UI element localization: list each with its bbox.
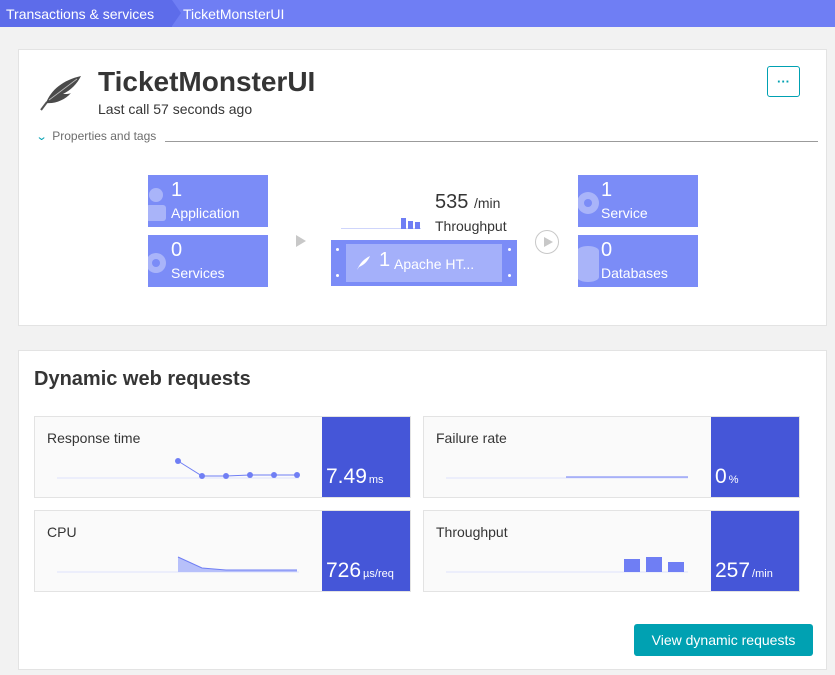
- metric-value-box: 7.49 ms: [322, 417, 410, 497]
- metric-number: 0: [715, 465, 727, 488]
- callee-services-tile[interactable]: 1 Service: [577, 175, 698, 227]
- more-options-button[interactable]: ···: [767, 66, 800, 97]
- metric-name: Failure rate: [436, 430, 507, 446]
- throughput-label: Throughput: [435, 218, 507, 234]
- failure-rate-sparkline: [446, 476, 688, 479]
- metric-unit: µs/req: [363, 568, 394, 580]
- cpu-metric[interactable]: CPU 726 µs/req: [34, 510, 411, 592]
- metric-name: CPU: [47, 524, 77, 540]
- handle-dot: [336, 248, 339, 251]
- caller-services-tile[interactable]: 0 Services: [146, 235, 268, 287]
- response-time-metric[interactable]: Response time 7.49 ms: [34, 416, 411, 498]
- throughput-unit: /min: [473, 195, 501, 211]
- callee-services-label: Service: [601, 205, 648, 221]
- handle-dot: [508, 248, 511, 251]
- response-time-sparkline: [57, 458, 300, 479]
- handle-dot: [508, 274, 511, 277]
- metric-value: 257/min: [715, 559, 773, 583]
- throughput-number: 535: [435, 191, 469, 213]
- metric-number: 7.49: [326, 465, 367, 488]
- page-title: TicketMonsterUI: [98, 66, 316, 97]
- caller-applications-tile[interactable]: 1 Application: [146, 175, 268, 227]
- callee-services-count: 1: [601, 179, 613, 201]
- properties-toggle[interactable]: ⌄ Properties and tags: [35, 129, 157, 143]
- process-group-tile[interactable]: 1 Apache HT...: [331, 240, 517, 286]
- metric-unit: ms: [368, 474, 384, 486]
- cpu-sparkline: [57, 556, 299, 573]
- dynamic-requests-card: Dynamic web requests Response time 7.49 m…: [18, 350, 827, 670]
- breadcrumb-current: TicketMonsterUI: [183, 5, 285, 22]
- metric-value-box: 257/min: [711, 511, 799, 591]
- caller-applications-label: Application: [171, 205, 240, 221]
- process-group-count: 1: [379, 249, 391, 271]
- callee-databases-tile[interactable]: 0 Databases: [577, 235, 698, 287]
- metric-name: Throughput: [436, 524, 508, 540]
- metric-value: 726 µs/req: [326, 559, 394, 583]
- metric-value-box: 726 µs/req: [322, 511, 410, 591]
- section-title: Dynamic web requests: [34, 368, 251, 390]
- metric-value-box: 0%: [711, 417, 799, 497]
- caller-services-label: Services: [171, 265, 225, 281]
- throughput-sparkline: [446, 557, 688, 573]
- handle-dot: [336, 274, 339, 277]
- process-group-inner: 1 Apache HT...: [346, 244, 502, 282]
- metric-unit: /min: [752, 568, 773, 580]
- apache-feather-icon: [357, 256, 370, 270]
- chevron-down-icon: ⌄: [35, 130, 48, 143]
- service-overview-card: TicketMonsterUI Last call 57 seconds ago…: [18, 49, 827, 326]
- divider: [165, 141, 818, 142]
- apache-feather-icon: [40, 76, 81, 111]
- throughput-bars-icon: [401, 218, 420, 229]
- view-dynamic-requests-button[interactable]: View dynamic requests: [634, 624, 813, 656]
- arrow-right-icon: [296, 235, 306, 247]
- metric-value: 0%: [715, 465, 738, 489]
- play-circle-icon: [535, 230, 559, 254]
- metric-number: 257: [715, 559, 751, 582]
- metric-name: Response time: [47, 430, 141, 446]
- metric-value: 7.49 ms: [326, 465, 384, 489]
- process-group-label: Apache HT...: [394, 256, 475, 272]
- properties-label: Properties and tags: [52, 129, 157, 143]
- metric-number: 726: [326, 559, 362, 582]
- callee-databases-label: Databases: [601, 265, 668, 281]
- failure-rate-metric[interactable]: Failure rate 0%: [423, 416, 800, 498]
- caller-services-count: 0: [171, 239, 183, 261]
- breadcrumb: Transactions & services TicketMonsterUI: [0, 0, 835, 27]
- metric-unit: %: [728, 474, 739, 486]
- callee-databases-count: 0: [601, 239, 613, 261]
- last-call-text: Last call 57 seconds ago: [98, 101, 253, 117]
- caller-applications-count: 1: [171, 179, 183, 201]
- breadcrumb-parent[interactable]: Transactions & services: [0, 0, 182, 27]
- throughput-value: 535 /min: [435, 191, 500, 214]
- throughput-metric[interactable]: Throughput 257/min: [423, 510, 800, 592]
